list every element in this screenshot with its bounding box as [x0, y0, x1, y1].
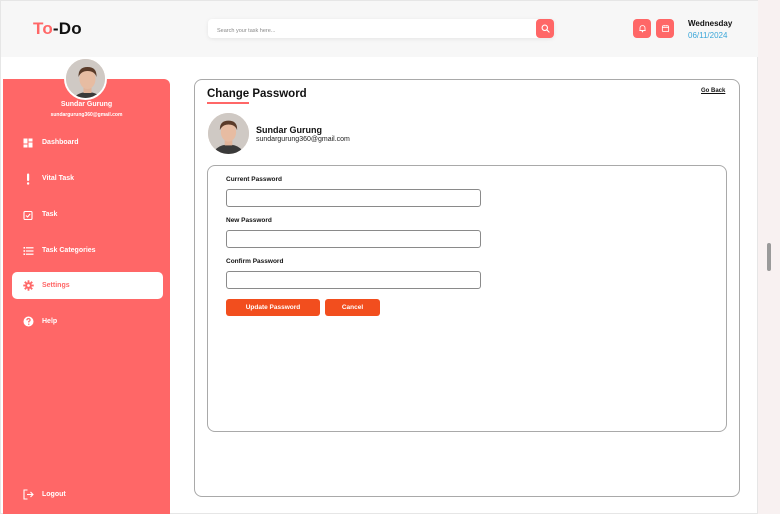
- avatar[interactable]: [64, 57, 107, 100]
- bell-icon: [638, 25, 646, 33]
- logo-prefix: To: [33, 19, 53, 38]
- search-bar: [208, 19, 554, 41]
- new-password-label: New Password: [226, 217, 272, 224]
- app-window: To-Do Wednesday 06/11/2024 Dashboard: [0, 0, 759, 514]
- logo-suffix: -Do: [52, 19, 82, 38]
- sidebar-item-settings[interactable]: Settings: [12, 272, 163, 299]
- sidebar-item-help[interactable]: Help: [12, 308, 163, 335]
- page-title: Change Password: [207, 88, 307, 100]
- sidebar-item-task[interactable]: Task: [12, 201, 163, 228]
- sidebar: Dashboard Vital Task Task Task Categorie…: [3, 79, 170, 514]
- current-password-input[interactable]: [227, 193, 480, 210]
- calendar-button[interactable]: [656, 19, 674, 38]
- sidebar-item-label: Vital Task: [42, 175, 75, 182]
- confirm-password-input[interactable]: [227, 275, 480, 292]
- sidebar-item-task-categories[interactable]: Task Categories: [12, 237, 163, 264]
- user-photo-icon: [208, 113, 249, 154]
- current-password-label: Current Password: [226, 176, 282, 183]
- new-password-input[interactable]: [227, 234, 480, 251]
- search-input[interactable]: [208, 21, 528, 41]
- sidebar-item-label: Task Categories: [42, 247, 96, 254]
- profile-email: sundargurung360@gmail.com: [256, 136, 350, 143]
- current-day: Wednesday: [688, 19, 733, 28]
- scrollbar-thumb[interactable]: [767, 243, 771, 271]
- update-password-button[interactable]: Update Password: [226, 299, 320, 316]
- exclamation-icon: [22, 173, 34, 185]
- confirm-password-label: Confirm Password: [226, 258, 284, 265]
- confirm-password-field-box: [226, 271, 481, 292]
- sidebar-item-label: Dashboard: [42, 139, 79, 146]
- sidebar-item-label: Settings: [42, 282, 70, 289]
- notification-button[interactable]: [633, 19, 651, 38]
- profile-avatar: [208, 113, 249, 154]
- go-back-link[interactable]: Go Back: [701, 88, 725, 94]
- list-icon: [22, 245, 34, 257]
- sidebar-item-vital-task[interactable]: Vital Task: [12, 165, 163, 192]
- gear-icon: [22, 280, 34, 292]
- profile-name: Sundar Gurung: [256, 125, 322, 135]
- title-underline: [207, 102, 249, 104]
- cancel-button[interactable]: Cancel: [325, 299, 380, 316]
- sidebar-user-email: sundargurung360@gmail.com: [50, 112, 123, 118]
- logout-label: Logout: [42, 491, 66, 498]
- calendar-icon: [661, 25, 669, 33]
- current-password-field-box: [226, 189, 481, 210]
- logout-button[interactable]: Logout: [12, 481, 163, 508]
- dashboard-icon: [22, 137, 34, 149]
- new-password-field-box: [226, 230, 481, 251]
- search-button[interactable]: [536, 19, 554, 38]
- logout-icon: [22, 489, 34, 501]
- help-icon: [22, 316, 34, 328]
- sidebar-item-dashboard[interactable]: Dashboard: [12, 129, 163, 156]
- current-date: 06/11/2024: [688, 31, 728, 40]
- task-check-icon: [22, 209, 34, 221]
- sidebar-user-name: Sundar Gurung: [60, 101, 113, 108]
- app-logo[interactable]: To-Do: [33, 19, 82, 39]
- sidebar-item-label: Help: [42, 318, 58, 325]
- top-header: To-Do Wednesday 06/11/2024: [1, 1, 759, 57]
- sidebar-item-label: Task: [42, 211, 58, 218]
- search-icon: [541, 24, 550, 33]
